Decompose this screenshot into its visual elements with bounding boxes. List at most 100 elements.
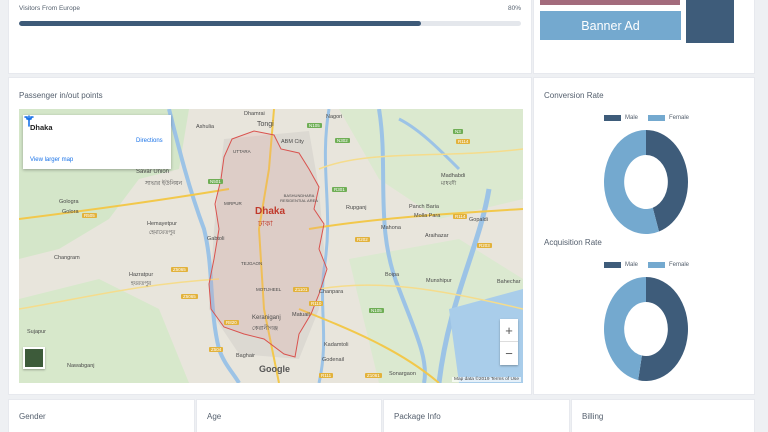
label-sujapur: Sujapur (27, 329, 46, 335)
label-motijheel: MOTIJHEEL (256, 287, 282, 292)
age-card: Age (196, 399, 382, 432)
visitors-percent: 80% (507, 5, 521, 12)
google-map[interactable]: Dhamrai Ashulia Tongi ABM City Nagori Sa… (19, 109, 523, 383)
legend-male-swatch (604, 115, 621, 121)
rates-card: Conversion Rate Male Female Acquisition … (533, 77, 755, 395)
label-panch-baria: Panch Baria (409, 204, 439, 210)
visitors-label: Visitors From Europe (19, 5, 80, 12)
conversion-legend: Male Female (604, 115, 689, 121)
billing-title: Billing (582, 412, 604, 421)
gender-card: Gender (8, 399, 195, 432)
label-kadamtali: Kadamtoli (324, 342, 349, 348)
label-godenail: Godenail (322, 357, 345, 363)
directions-link[interactable]: Directions (136, 138, 163, 144)
road-badge: R820 (224, 320, 239, 325)
road-badge: R301 (332, 187, 347, 192)
label-tejgaon: TEJGAON (241, 261, 263, 266)
road-badge: Z5065 (171, 267, 188, 272)
legend-female: Female (648, 115, 689, 121)
road-badge: Z1061 (365, 373, 382, 378)
label-gologra: Gologra (59, 199, 79, 205)
label-boipa: Boipa (385, 272, 400, 278)
label-ashulia: Ashulia (196, 124, 215, 130)
legend-male-label: Male (625, 262, 639, 268)
label-savar: Savar Union (136, 169, 170, 175)
road-badge: N3 (453, 129, 463, 134)
label-dhaka: Dhaka (255, 206, 286, 217)
label-nawabganj: Nawabganj (67, 363, 95, 369)
visitors-progress-bar (19, 21, 521, 26)
road-badge: N302 (335, 138, 350, 143)
label-uttara: UTTARA (233, 149, 251, 154)
banner-ad[interactable]: Banner Ad (540, 11, 681, 40)
label-sonargaon: Sonargaon (389, 371, 416, 377)
directions-icon[interactable] (23, 115, 35, 127)
legend-male: Male (604, 115, 638, 121)
road-badge: R203 (477, 243, 492, 248)
label-mirpur: MIRPUR (224, 201, 242, 206)
zoom-out-button[interactable]: − (500, 342, 518, 365)
label-gabtoli: Gabtoli (207, 236, 225, 242)
legend-female-label: Female (669, 115, 690, 121)
label-hazratpur: Hazratpur (129, 272, 154, 278)
label-hemayetpur: Hemayetpur (147, 221, 177, 227)
label-dhamrai: Dhamrai (244, 111, 265, 117)
map-footer[interactable]: Map data ©2019 Terms of Use (451, 377, 521, 382)
legend-female-swatch (648, 262, 666, 268)
place-info-card: Dhaka Directions View larger map (23, 115, 171, 169)
conversion-donut-chart (604, 130, 688, 234)
view-larger-map-link[interactable]: View larger map (30, 157, 73, 163)
label-munshipur: Munshipur (426, 278, 452, 284)
road-badge: Z504 (209, 347, 224, 352)
label-hemayetpur-bn: হেমায়েতপুর (149, 230, 176, 236)
legend-female: Female (648, 262, 689, 268)
ads-card: Banner Ad (533, 0, 755, 74)
label-chanpara: Chanpara (319, 289, 344, 295)
label-savar-bn: সাভার ইউনিয়ন (145, 181, 183, 187)
label-madhabdi: Madhabdi (441, 173, 466, 179)
visitors-card: Visitors From Europe 80% (8, 0, 532, 74)
billing-card: Billing (571, 399, 755, 432)
label-bashundhara: BASHUNDHARA RESIDENTIAL AREA (280, 193, 318, 203)
visitors-row: Visitors From Europe 80% (19, 5, 521, 12)
satellite-layer-toggle[interactable] (23, 347, 45, 369)
label-bagha: Baghair (236, 353, 255, 359)
acquisition-legend: Male Female (604, 262, 689, 268)
label-keraniganj-bn: কেরানীগঞ্জ (252, 326, 279, 332)
road-badge: R114 (453, 214, 468, 219)
zoom-controls: + − (500, 319, 518, 365)
label-mahona: Mahona (381, 225, 401, 231)
square-ad[interactable] (686, 0, 734, 43)
legend-female-label: Female (669, 262, 690, 268)
legend-male-swatch (604, 262, 621, 268)
map-card-title: Passenger in/out points (19, 91, 103, 100)
acquisition-donut-chart (604, 277, 688, 381)
label-abm-city: ABM City (281, 139, 304, 145)
road-badge: Z1101 (293, 287, 310, 292)
road-badge: R111 (319, 373, 334, 378)
label-rupganj: Rupganj (346, 205, 367, 211)
road-badge: N105 (369, 308, 384, 313)
label-araihazar: Araihazar (425, 233, 449, 239)
road-badge: R202 (355, 237, 370, 242)
dashboard: Visitors From Europe 80% Banner Ad Passe… (0, 0, 768, 432)
label-keraniganj: Keraniganj (252, 315, 281, 321)
label-dhaka-bn: ঢাকা (258, 219, 273, 228)
google-logo: Google (259, 364, 290, 374)
package-info-card: Package Info (383, 399, 570, 432)
road-badge: R110 (309, 301, 324, 306)
label-molla-para: Molla Para (414, 213, 441, 219)
road-badge: N501 (208, 179, 223, 184)
zoom-in-button[interactable]: + (500, 319, 518, 342)
label-nagori: Nagori (326, 114, 343, 120)
visitors-progress-fill (19, 21, 421, 26)
package-info-title: Package Info (394, 412, 441, 421)
road-badge: N105 (307, 123, 322, 128)
ad-strip[interactable] (540, 0, 680, 5)
donut-slice-female[interactable] (604, 277, 646, 381)
label-bahechar: Bahechar (497, 279, 521, 285)
passenger-map-card: Passenger in/out points Dhamrai Ashulia … (8, 77, 532, 395)
gender-title: Gender (19, 412, 46, 421)
road-badge: R505 (82, 213, 97, 218)
legend-male: Male (604, 262, 638, 268)
